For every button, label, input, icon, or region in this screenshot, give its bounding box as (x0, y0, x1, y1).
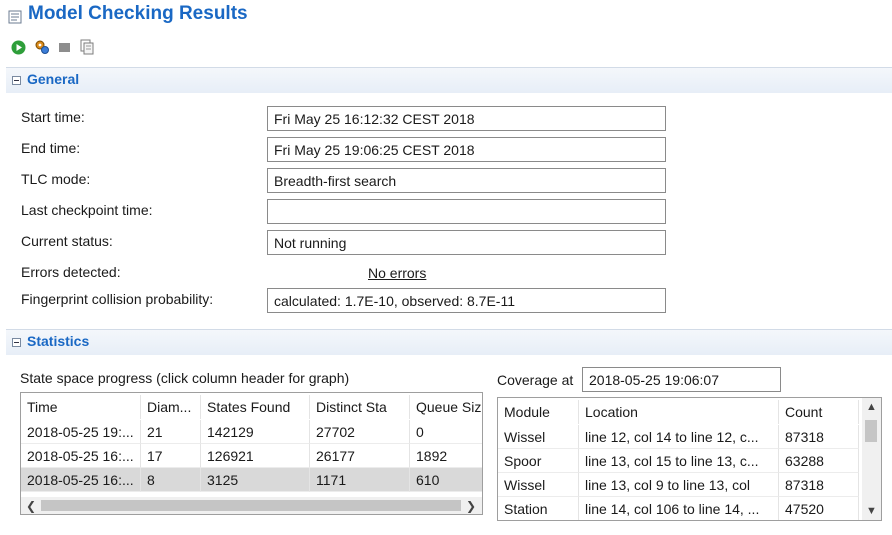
column-header[interactable]: Diam... (141, 395, 201, 419)
table-cell: 3125 (201, 468, 310, 492)
table-cell: 8 (141, 468, 201, 492)
stop-icon[interactable] (56, 39, 73, 56)
table-cell: 26177 (310, 444, 410, 468)
table-cell: 63288 (779, 449, 859, 473)
statistics-section-title: Statistics (27, 333, 90, 349)
copy-icon[interactable] (79, 39, 96, 56)
table-row[interactable]: Spoor line 13, col 15 to line 13, c... 6… (498, 449, 859, 473)
scroll-left-icon[interactable]: ❮ (26, 499, 36, 513)
table-header: Module Location Count (498, 400, 859, 424)
progress-table-title: State space progress (click column heade… (20, 370, 350, 386)
table-cell: line 13, col 15 to line 13, c... (579, 449, 779, 473)
column-header[interactable]: States Found (201, 395, 310, 419)
toolbar (10, 38, 96, 56)
column-header[interactable]: Time (21, 395, 141, 419)
run-options-icon[interactable] (33, 39, 50, 56)
checkpoint-label: Last checkpoint time: (21, 202, 153, 218)
table-cell: line 13, col 9 to line 13, col (579, 473, 779, 497)
table-cell: 126921 (201, 444, 310, 468)
statistics-section-header[interactable]: Statistics (6, 329, 892, 355)
table-cell: 27702 (310, 420, 410, 444)
table-cell: 142129 (201, 420, 310, 444)
coverage-label: Coverage at (497, 372, 574, 388)
horizontal-scrollbar[interactable]: ❮ ❯ (21, 497, 482, 514)
table-row[interactable]: Wissel line 13, col 9 to line 13, col 87… (498, 473, 859, 497)
results-view-icon (8, 10, 22, 24)
table-header: Time Diam... States Found Distinct Sta Q… (21, 395, 482, 419)
table-cell: line 14, col 106 to line 14, ... (579, 497, 779, 520)
table-cell: 2018-05-25 19:... (21, 420, 141, 444)
fingerprint-label: Fingerprint collision probability: (21, 291, 214, 307)
end-time-field[interactable]: Fri May 25 19:06:25 CEST 2018 (267, 137, 666, 162)
general-section-header[interactable]: General (6, 67, 892, 93)
table-cell: 2018-05-25 16:... (21, 444, 141, 468)
column-header[interactable]: Queue Siz (410, 395, 482, 419)
coverage-table[interactable]: Module Location Count Wissel line 12, co… (497, 397, 882, 521)
table-row[interactable]: Station line 14, col 106 to line 14, ...… (498, 497, 859, 520)
table-cell: Spoor (498, 449, 579, 473)
table-cell: 87318 (779, 425, 859, 449)
table-row[interactable]: Wissel line 12, col 14 to line 12, c... … (498, 425, 859, 449)
column-header[interactable]: Module (498, 400, 579, 424)
scroll-up-icon[interactable]: ▲ (866, 401, 877, 413)
table-row-selected[interactable]: 2018-05-25 16:... 8 3125 1171 610 (21, 468, 482, 492)
tlc-mode-field[interactable]: Breadth-first search (267, 168, 666, 193)
table-cell: 87318 (779, 473, 859, 497)
progress-table[interactable]: Time Diam... States Found Distinct Sta Q… (20, 392, 483, 515)
errors-link[interactable]: No errors (368, 265, 426, 281)
column-header[interactable]: Distinct Sta (310, 395, 410, 419)
coverage-time-field[interactable]: 2018-05-25 19:06:07 (582, 367, 781, 392)
table-cell: Wissel (498, 473, 579, 497)
end-time-label: End time: (21, 140, 81, 156)
tlc-mode-label: TLC mode: (21, 171, 91, 187)
vertical-scrollbar[interactable]: ▲ ▼ (862, 398, 881, 520)
table-cell: line 12, col 14 to line 12, c... (579, 425, 779, 449)
scrollbar-thumb[interactable] (41, 500, 461, 511)
scrollbar-thumb[interactable] (865, 420, 877, 442)
view-title-bar: Model Checking Results (0, 0, 892, 34)
collapse-icon[interactable] (12, 338, 21, 347)
table-cell: 47520 (779, 497, 859, 520)
run-icon[interactable] (10, 39, 27, 56)
page-title: Model Checking Results (28, 3, 248, 24)
table-cell: 17 (141, 444, 201, 468)
status-label: Current status: (21, 233, 113, 249)
table-cell: Station (498, 497, 579, 520)
column-header[interactable]: Location (579, 400, 779, 424)
table-cell: Wissel (498, 425, 579, 449)
scroll-right-icon[interactable]: ❯ (466, 499, 476, 513)
errors-label: Errors detected: (21, 264, 121, 280)
fingerprint-field[interactable]: calculated: 1.7E-10, observed: 8.7E-11 (267, 288, 666, 313)
checkpoint-field[interactable] (267, 199, 666, 224)
column-header[interactable]: Count (779, 400, 859, 424)
table-cell: 610 (410, 468, 482, 492)
start-time-label: Start time: (21, 109, 85, 125)
table-row[interactable]: 2018-05-25 19:... 21 142129 27702 0 (21, 420, 482, 444)
table-row[interactable]: 2018-05-25 16:... 17 126921 26177 1892 (21, 444, 482, 468)
general-section-title: General (27, 71, 80, 87)
table-cell: 1171 (310, 468, 410, 492)
start-time-field[interactable]: Fri May 25 16:12:32 CEST 2018 (267, 106, 666, 131)
table-cell: 2018-05-25 16:... (21, 468, 141, 492)
table-cell: 0 (410, 420, 482, 444)
status-field[interactable]: Not running (267, 230, 666, 255)
collapse-icon[interactable] (12, 76, 21, 85)
scroll-down-icon[interactable]: ▼ (866, 505, 877, 517)
table-cell: 1892 (410, 444, 482, 468)
table-cell: 21 (141, 420, 201, 444)
